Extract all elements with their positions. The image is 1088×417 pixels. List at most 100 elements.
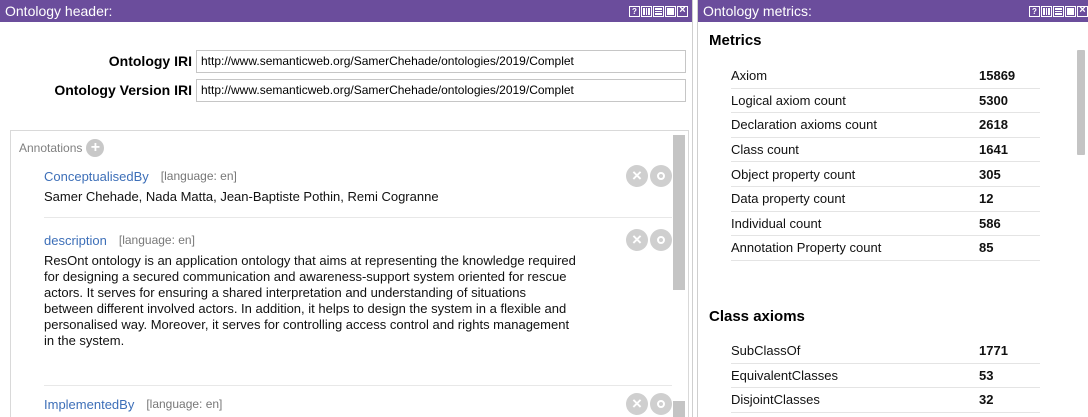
annotations-scrollbar-lower[interactable] [673,401,685,417]
metric-name: Annotation Property count [731,240,882,256]
annotation-item: ConceptualisedBy [language: en] Samer Ch… [44,165,672,205]
annotation-property[interactable]: description [44,233,107,248]
delete-annotation-icon[interactable] [626,393,648,415]
split-vertical-icon[interactable] [641,5,652,17]
metric-row: Annotation Property count 85 [731,236,1040,261]
annotation-divider [44,217,672,218]
metric-value: 12 [979,191,994,207]
annotation-value-line: in the system. [44,333,125,348]
metric-row: Class count 1641 [731,138,1040,163]
close-icon[interactable] [1077,5,1088,17]
window-buttons: ? [1029,5,1088,17]
ontology-iri-label: Ontology IRI [108,53,192,69]
delete-annotation-icon[interactable] [626,229,648,251]
annotation-value-line: personalised way. Moreover, it serves fo… [44,317,570,332]
metric-row: Axiom 15869 [731,64,1040,89]
annotation-value-line: ResOnt ontology is an application ontolo… [44,253,576,268]
annotation-value-line: actors. It serves for ensuring a shared … [44,285,527,300]
annotations-box: Annotations + ConceptualisedBy [language… [10,130,689,417]
ontology-version-iri-input[interactable]: http://www.semanticweb.org/SamerChehade/… [196,78,686,102]
metric-name: Individual count [731,215,822,231]
annotation-language: [language: en] [118,233,195,247]
annotations-header: Annotations + [11,131,688,157]
annotation-property[interactable]: ConceptualisedBy [44,169,149,184]
annotation-property[interactable]: ImplementedBy [44,397,134,412]
edit-annotation-icon[interactable] [650,165,672,187]
delete-annotation-icon[interactable] [626,165,648,187]
annotation-language: [language: en] [160,169,237,183]
metric-row: Declaration axioms count 2618 [731,113,1040,138]
metric-row: Logical axiom count 5300 [731,89,1040,114]
metric-value: 2618 [979,117,1008,133]
metric-name: Class count [731,142,799,158]
metric-row: EquivalentClasses 53 [731,364,1040,389]
split-horizontal-icon[interactable] [653,5,664,17]
annotation-divider [44,385,672,386]
panel-title: Ontology metrics: [703,3,812,19]
metrics-table: Axiom 15869 Logical axiom count 5300 Decla… [731,64,1040,261]
metric-value: 305 [979,166,1001,182]
metric-name: Axiom [731,68,768,84]
annotation-value-line: Samer Chehade, Nada Matta, Jean-Baptiste… [44,189,439,204]
help-icon[interactable]: ? [629,5,640,17]
annotation-value-line: between different involved actors. In ad… [44,301,567,316]
metric-row: Data property count 12 [731,187,1040,212]
metric-value: 586 [979,215,1001,231]
panel-title: Ontology header: [5,3,113,19]
metric-name: SubClassOf [731,343,801,359]
annotations-label: Annotations [19,141,83,155]
maximize-icon[interactable] [665,5,676,17]
metric-value: 32 [979,392,994,408]
metric-name: Object property count [731,166,856,182]
annotation-actions [626,229,672,251]
metric-value: 53 [979,367,994,383]
metrics-section-title: Metrics [709,32,762,49]
annotation-title-row: ConceptualisedBy [language: en] [44,165,672,187]
metric-value: 15869 [979,68,1016,84]
metric-row: SubClassOf 1771 [731,339,1040,364]
window-buttons: ? [629,5,692,17]
ontology-header-panel: Ontology header: ? Ontology IRI http://w… [0,0,693,417]
split-horizontal-icon[interactable] [1053,5,1064,17]
metric-row: Object property count 305 [731,162,1040,187]
metric-name: Declaration axioms count [731,117,877,133]
metric-value: 5300 [979,92,1008,108]
metric-value: 1771 [979,343,1008,359]
annotations-scrollbar-thumb[interactable] [673,135,685,290]
annotation-item: ImplementedBy [language: en] [44,393,672,415]
annotation-actions [626,393,672,415]
ontology-iri-row: Ontology IRI http://www.semanticweb.org/… [0,48,686,74]
annotation-title-row: ImplementedBy [language: en] [44,393,672,415]
annotation-actions [626,165,672,187]
class-axioms-section-title: Class axioms [709,308,805,325]
annotation-value: ResOnt ontology is an application ontolo… [44,253,672,349]
edit-annotation-icon[interactable] [650,393,672,415]
metric-row: DisjointClasses 32 [731,388,1040,413]
ontology-header-titlebar: Ontology header: ? [0,0,692,22]
metric-name: Data property count [731,191,846,207]
ontology-version-iri-label: Ontology Version IRI [54,82,192,98]
ontology-metrics-panel: Ontology metrics: ? Metrics Axiom 15869 L… [697,0,1088,417]
metrics-scrollbar-thumb[interactable] [1077,50,1085,155]
metric-value: 85 [979,240,994,256]
annotation-value: Samer Chehade, Nada Matta, Jean-Baptiste… [44,189,672,205]
ontology-iri-input[interactable]: http://www.semanticweb.org/SamerChehade/… [196,49,686,73]
close-icon[interactable] [677,5,688,17]
ontology-version-iri-row: Ontology Version IRI http://www.semantic… [0,77,686,103]
maximize-icon[interactable] [1065,5,1076,17]
class-axioms-table: SubClassOf 1771 EquivalentClasses 53 Disjo… [731,339,1040,413]
metric-value: 1641 [979,142,1008,158]
ontology-metrics-titlebar: Ontology metrics: ? [698,0,1088,22]
annotation-title-row: description [language: en] [44,229,672,251]
metric-name: EquivalentClasses [731,367,838,383]
edit-annotation-icon[interactable] [650,229,672,251]
metric-name: Logical axiom count [731,92,846,108]
metric-row: Individual count 586 [731,212,1040,237]
annotation-language: [language: en] [146,397,223,411]
help-icon[interactable]: ? [1029,5,1040,17]
add-annotation-icon[interactable]: + [86,139,105,157]
metric-name: DisjointClasses [731,392,820,408]
annotation-value-line: for designing a secured communication an… [44,269,567,284]
split-vertical-icon[interactable] [1041,5,1052,17]
metrics-area: Metrics Axiom 15869 Logical axiom count 53… [698,22,1088,417]
